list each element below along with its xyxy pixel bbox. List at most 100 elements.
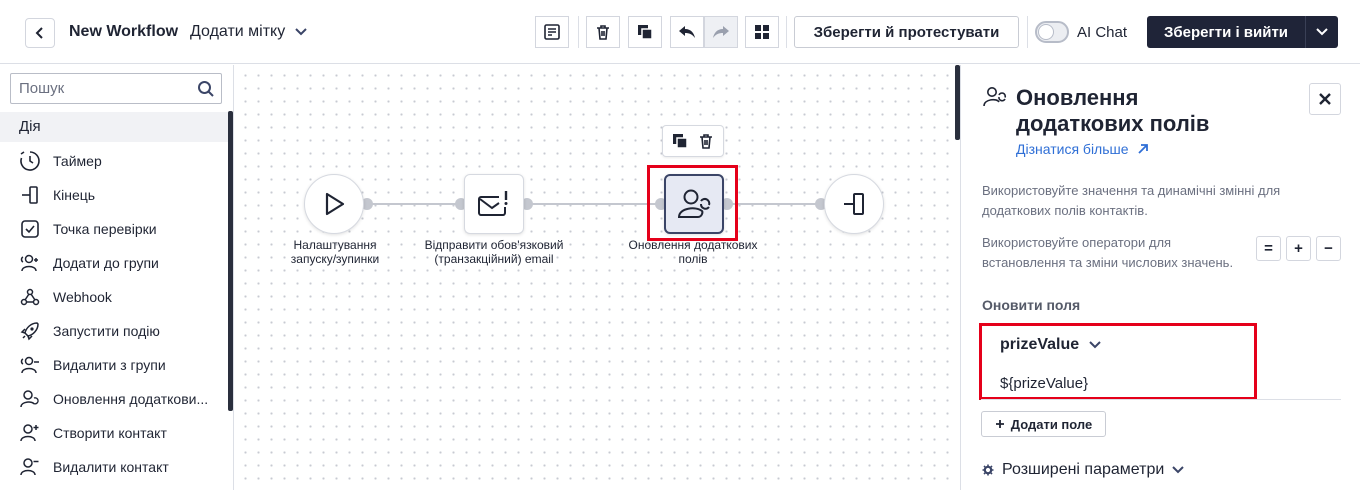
- add-field-button[interactable]: Додати поле: [981, 411, 1106, 437]
- advanced-settings-toggle[interactable]: Розширені параметри: [982, 461, 1185, 479]
- plus-icon: [995, 420, 1004, 428]
- node-label: Налаштування запуску/зупинки: [290, 238, 380, 266]
- add-tag-dropdown[interactable]: Додати мітку: [190, 23, 307, 41]
- sidebar-item-label: Створити контакт: [53, 425, 167, 441]
- toolbar-divider: [786, 16, 787, 48]
- user-sync-icon: [983, 87, 1007, 107]
- divider: [981, 399, 1341, 400]
- note-icon: [544, 24, 560, 40]
- node-label: Оновлення додаткових полів: [628, 238, 758, 266]
- connector-edge: [367, 203, 461, 205]
- workflow-title[interactable]: New Workflow: [69, 23, 178, 41]
- add-tag-label: Додати мітку: [190, 23, 286, 40]
- copy-icon: [638, 25, 653, 40]
- save-options-dropdown[interactable]: [1305, 16, 1338, 48]
- user-plus-icon: [20, 424, 39, 442]
- sidebar-item-add-to-group[interactable]: Додати до групи: [0, 246, 226, 280]
- ai-chat-toggle[interactable]: [1035, 21, 1069, 43]
- sidebar-item-label: Додати до групи: [53, 255, 159, 271]
- panel-description: Використовуйте значення та динамічні змі…: [982, 183, 1281, 218]
- properties-panel: Оновлення додаткових полів Дізнатися біл…: [960, 65, 1360, 490]
- ai-chat-label: AI Chat: [1077, 24, 1128, 41]
- field-highlight: [979, 323, 1257, 400]
- redo-button[interactable]: [704, 16, 738, 48]
- sidebar-item-label: Видалити з групи: [53, 357, 166, 373]
- search-icon[interactable]: [197, 80, 215, 98]
- toolbar-divider: [1027, 16, 1028, 48]
- sidebar-item-timer[interactable]: Таймер: [0, 144, 226, 178]
- operator-plus-button[interactable]: +: [1286, 236, 1311, 261]
- undo-button[interactable]: [670, 16, 704, 48]
- sidebar-item-webhook[interactable]: Webhook: [0, 280, 226, 314]
- sidebar-item-label: Webhook: [53, 289, 112, 305]
- undo-icon: [679, 26, 695, 38]
- sidebar-item-checkpoint[interactable]: Точка перевірки: [0, 212, 226, 246]
- node-end[interactable]: [824, 174, 884, 234]
- rocket-icon: [20, 322, 39, 341]
- notes-button[interactable]: [535, 16, 569, 48]
- external-link-icon: [1137, 144, 1148, 154]
- toolbar-divider: [578, 16, 579, 48]
- workflow-canvas[interactable]: Налаштування запуску/зупинки Відправити …: [235, 65, 957, 490]
- search-input[interactable]: [11, 74, 191, 103]
- sidebar-item-label: Запустити подію: [53, 323, 160, 339]
- sidebar-item-delete-contact[interactable]: Видалити контакт: [0, 450, 226, 484]
- toggle-knob: [1038, 24, 1054, 40]
- end-icon: [22, 186, 38, 204]
- grid-icon: [755, 25, 769, 39]
- node-label: Відправити обов'язковий (транзакційний) …: [424, 238, 564, 266]
- redo-icon: [713, 26, 729, 38]
- sidebar-item-end[interactable]: Кінець: [0, 178, 226, 212]
- checkpoint-icon: [21, 220, 39, 238]
- learn-more-label: Дізнатися більше: [1016, 141, 1129, 157]
- operator-equals-button[interactable]: =: [1256, 236, 1281, 261]
- advanced-settings-label: Розширені параметри: [1002, 461, 1165, 478]
- search-box: [10, 73, 222, 104]
- save-and-test-button[interactable]: Зберегти й протестувати: [794, 16, 1019, 48]
- node-toolbar: [662, 125, 724, 157]
- sidebar-scrollbar[interactable]: [228, 111, 233, 411]
- actions-sidebar: Дія Таймер Кінець Точка перевірки Додати…: [0, 65, 234, 490]
- close-icon: [1319, 93, 1331, 105]
- operators-description: Використовуйте оператори для встановленн…: [982, 235, 1234, 270]
- timer-icon: [20, 151, 40, 171]
- add-to-group-icon: [20, 254, 38, 272]
- gear-icon: [982, 464, 994, 476]
- connector-edge: [727, 203, 821, 205]
- chevron-down-icon: [295, 28, 307, 36]
- sidebar-item-update-custom-fields[interactable]: Оновлення додаткови...: [0, 382, 226, 416]
- copy-button[interactable]: [628, 16, 662, 48]
- node-send-email[interactable]: [464, 174, 524, 234]
- close-panel-button[interactable]: [1309, 83, 1341, 115]
- sidebar-item-remove-from-group[interactable]: Видалити з групи: [0, 348, 226, 382]
- end-icon: [844, 193, 864, 215]
- operator-minus-button[interactable]: −: [1316, 236, 1341, 261]
- sidebar-item-label: Таймер: [53, 153, 102, 169]
- chevron-down-icon: [1316, 28, 1328, 36]
- remove-from-group-icon: [20, 356, 39, 374]
- save-and-exit-button[interactable]: Зберегти і вийти: [1147, 16, 1338, 48]
- trash-icon: [597, 25, 609, 40]
- play-icon: [325, 192, 345, 216]
- email-alert-icon: [478, 191, 508, 216]
- trash-icon[interactable]: [697, 132, 715, 150]
- sidebar-item-label: Оновлення додаткови...: [53, 391, 209, 407]
- update-fields-label: Оновити поля: [982, 297, 1081, 313]
- sidebar-item-create-contact[interactable]: Створити контакт: [0, 416, 226, 450]
- chevron-down-icon: [1172, 466, 1185, 474]
- sidebar-item-label: Точка перевірки: [53, 221, 157, 237]
- learn-more-link[interactable]: Дізнатися більше: [1016, 141, 1149, 157]
- panel-title: Оновлення додаткових полів: [1016, 85, 1210, 136]
- back-button[interactable]: [25, 18, 55, 48]
- section-header-action: Дія: [0, 112, 228, 142]
- webhook-icon: [20, 288, 40, 306]
- node-start-stop[interactable]: [304, 174, 364, 234]
- sidebar-item-label: Видалити контакт: [53, 459, 169, 475]
- selection-highlight: [647, 165, 738, 241]
- save-and-exit-label: Зберегти і вийти: [1163, 23, 1289, 41]
- copy-icon[interactable]: [671, 132, 689, 150]
- sidebar-item-trigger-event[interactable]: Запустити подію: [0, 314, 226, 348]
- user-sync-icon: [20, 390, 39, 408]
- layout-button[interactable]: [745, 16, 779, 48]
- delete-button[interactable]: [586, 16, 620, 48]
